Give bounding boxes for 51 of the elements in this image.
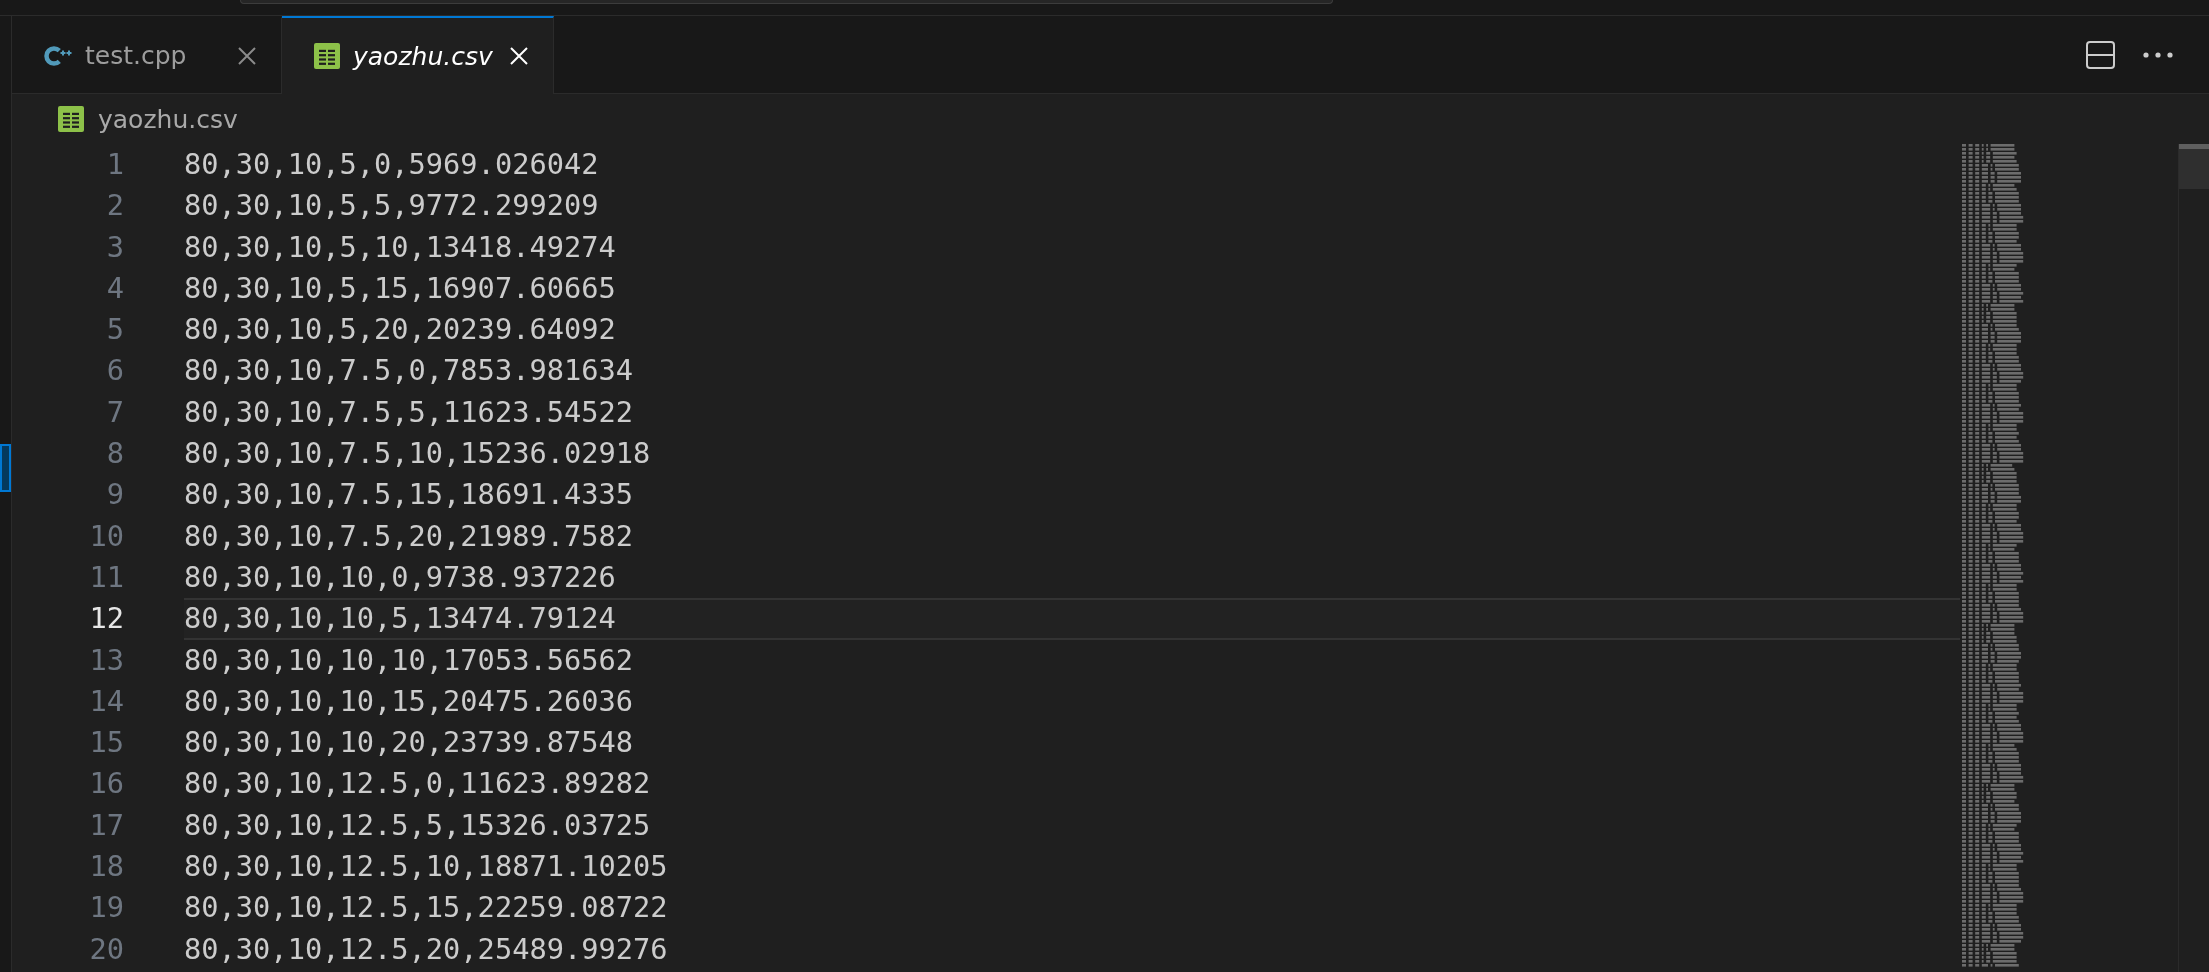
line-number: 12	[88, 600, 124, 638]
line-number: 16	[88, 765, 124, 803]
cpp-icon	[44, 43, 72, 68]
code-line: 80,30,10,12.5,10,18871.10205	[184, 848, 669, 886]
close-icon	[238, 46, 256, 65]
code-line: 80,30,10,7.5,15,18691.4335	[184, 476, 635, 514]
line-number: 7	[105, 393, 124, 431]
code-line: 80,30,10,7.5,20,21989.7582	[184, 517, 635, 555]
split-editor-icon	[2085, 40, 2115, 69]
code-line: 80,30,10,5,20,20239.64092	[184, 311, 617, 349]
code-line: 80,30,10,12.5,20,25489.99276	[184, 930, 669, 968]
editor-tab[interactable]: test.cpp	[12, 16, 282, 94]
code-line: 80,30,10,5,0,5969.026042	[184, 146, 600, 183]
close-icon	[509, 47, 528, 65]
code-line: 80,30,10,12.5,0,11623.89282	[184, 765, 652, 803]
table-icon	[58, 106, 84, 132]
code-line: 80,30,10,7.5,5,11623.54522	[184, 393, 635, 431]
line-number: 4	[105, 269, 124, 307]
line-number: 14	[88, 682, 124, 720]
line-number: 3	[105, 228, 124, 266]
line-number: 2	[105, 187, 124, 225]
line-number: 5	[105, 311, 124, 349]
code-line: 80,30,10,5,10,13418.49274	[184, 228, 617, 266]
code-line: 80,30,10,10,0,9738.937226	[184, 558, 617, 596]
code-line: 80,30,10,10,15,20475.26036	[184, 682, 635, 720]
code-line: 80,30,10,10,20,23739.87548	[184, 724, 635, 762]
code-line: 80,30,10,7.5,10,15236.02918	[184, 435, 652, 473]
code-line: 80,30,10,7.5,0,7853.981634	[184, 352, 635, 390]
focus-indicator	[0, 444, 11, 492]
line-number: 8	[105, 435, 124, 473]
line-number: 19	[88, 889, 124, 927]
line-number: 1	[105, 146, 124, 183]
line-number: 18	[88, 848, 124, 886]
line-number: 13	[88, 641, 124, 679]
more-icon	[2143, 51, 2173, 58]
line-number: 20	[88, 930, 124, 968]
code-line: 80,30,10,12.5,5,15326.03725	[184, 806, 652, 844]
code-line: 80,30,10,5,5,9772.299209	[184, 187, 600, 225]
line-number: 11	[88, 558, 124, 596]
editor-tab[interactable]: yaozhu.csv	[282, 16, 554, 94]
breadcrumb-item[interactable]: yaozhu.csv	[58, 104, 238, 134]
code-line: 80,30,10,12.5,15,22259.08722	[184, 889, 669, 927]
code-line: 80,30,10,10,10,17053.56562	[184, 641, 635, 679]
line-number: 17	[88, 806, 124, 844]
line-number: 6	[105, 352, 124, 390]
line-number: 10	[88, 517, 124, 555]
table-icon	[314, 43, 340, 69]
line-number: 9	[105, 476, 124, 514]
scrollbar-thumb[interactable]	[2179, 144, 2209, 189]
line-number: 15	[88, 724, 124, 762]
code-line: 80,30,10,5,15,16907.60665	[184, 269, 617, 307]
